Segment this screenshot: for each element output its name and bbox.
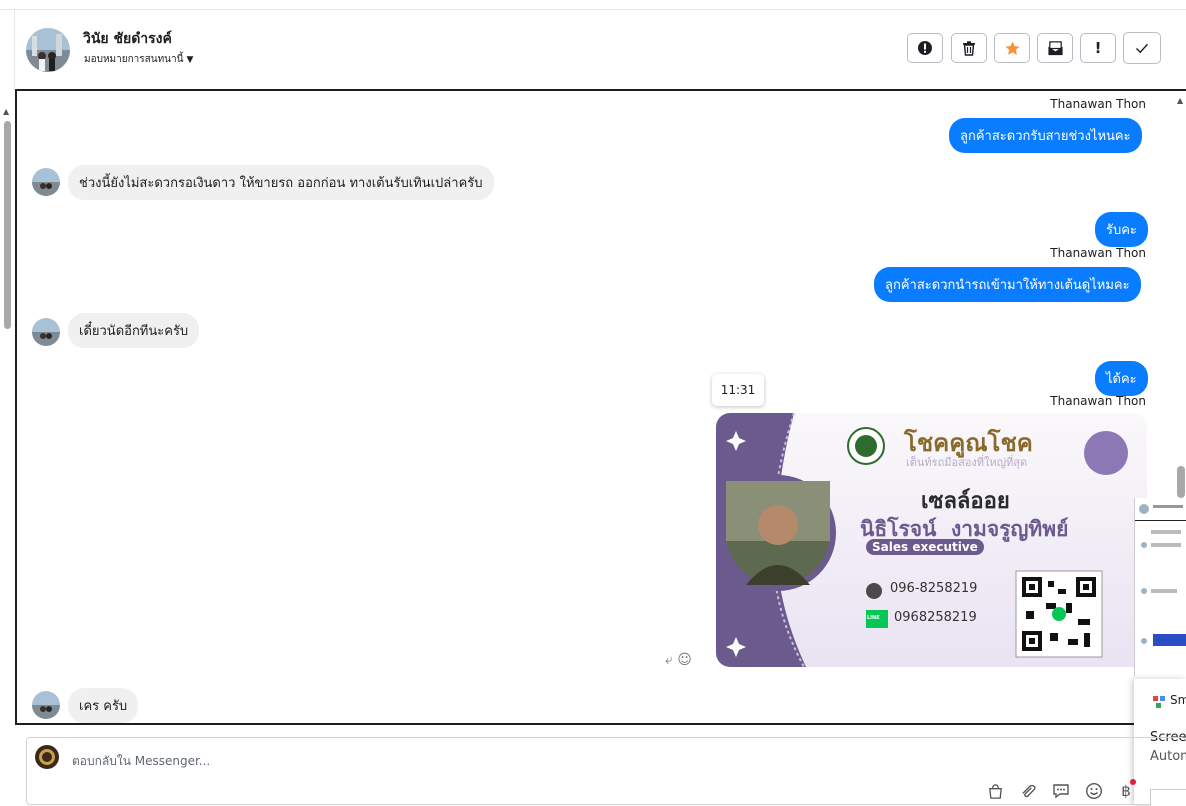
contact-name[interactable]: วินัย ชัยดำรงค์ [83,28,172,50]
alert-circle-icon [918,41,932,55]
top-divider [0,0,1186,10]
delete-button[interactable] [951,33,987,63]
thumbnail-preview-panel[interactable] [1134,498,1186,676]
reply-input[interactable]: ตอบกลับใน Messenger... [72,752,210,771]
timestamp-tooltip: 11:31 [712,374,764,406]
star-icon [1004,40,1020,55]
contact-avatar-small [32,168,60,196]
outgoing-message[interactable]: ได้คะ [1095,361,1148,396]
incoming-message[interactable]: เดี๋ยวนัดอีกทีนะครับ [68,313,200,348]
done-button[interactable] [1123,32,1161,64]
follow-up-button[interactable]: ! [1080,33,1116,63]
assign-label: มอบหมายการสนทนานี้ [84,54,184,65]
contact-avatar[interactable] [26,28,70,72]
outgoing-message[interactable]: รับคะ [1095,212,1148,247]
smart-app-icon [1152,694,1165,708]
left-divider [14,10,15,90]
outgoing-message[interactable]: ลูกค้าสะดวกรับสายช่วงไหนคะ [949,118,1142,153]
card-phone: 096-8258219 [890,581,978,596]
incoming-message[interactable]: เคร ครับ [68,688,139,723]
spam-button[interactable] [907,33,943,63]
check-icon [1136,43,1149,54]
card-role: Sales executive [866,539,984,555]
emoji-icon[interactable] [1084,781,1104,801]
card-line-badge: LINE [867,615,880,621]
page-scroll-up-arrow[interactable]: ▲ [1177,96,1183,105]
message-sender: Thanawan Thon [1050,246,1146,260]
reply-composer[interactable] [26,737,1186,805]
contact-avatar-small [32,691,60,719]
message-sender: Thanawan Thon [1050,394,1146,408]
envelope-icon [1047,40,1063,55]
comment-icon[interactable] [1051,781,1071,801]
react-emoji-icon[interactable]: ☺ [677,652,692,668]
bag-icon[interactable] [985,781,1005,801]
business-card-image[interactable]: โชคคูณโชค เต็นท์รถมือสองที่ใหญ่ที่สุด เซ… [716,413,1147,667]
message-sender: Thanawan Thon [1050,97,1146,111]
conversation-scrollbar[interactable] [4,121,11,329]
contact-avatar-small [32,318,60,346]
scroll-up-arrow[interactable]: ▲ [3,107,9,116]
side-popup-footer [1150,789,1186,806]
card-tagline: เต็นท์รถมือสองที่ใหญ่ที่สุด [906,456,1028,469]
incoming-message[interactable]: ช่วงนี้ยังไม่สะดวกรอเงินดาว ให้ขายรถ ออก… [68,165,494,200]
message-actions: ⤶ ☺ [665,652,692,668]
outgoing-message[interactable]: ลูกค้าสะดวกนำรถเข้ามาให้ทางเต้นดูไหมคะ [874,267,1141,302]
assign-conversation-dropdown[interactable]: มอบหมายการสนทนานี้ ▼ [84,52,193,67]
page-scrollbar[interactable] [1177,466,1185,498]
star-button[interactable] [994,33,1030,63]
caret-down-icon: ▼ [186,55,194,65]
reply-icon[interactable]: ⤶ [665,652,673,668]
page-avatar [35,745,59,769]
attachment-icon[interactable] [1018,781,1038,801]
trash-icon [963,41,975,56]
notification-dot [1130,779,1136,785]
smart-label: Sm [1170,693,1186,707]
card-line-id: 0968258219 [894,610,977,625]
mark-unread-button[interactable] [1037,33,1073,63]
exclamation-icon: ! [1094,39,1102,57]
